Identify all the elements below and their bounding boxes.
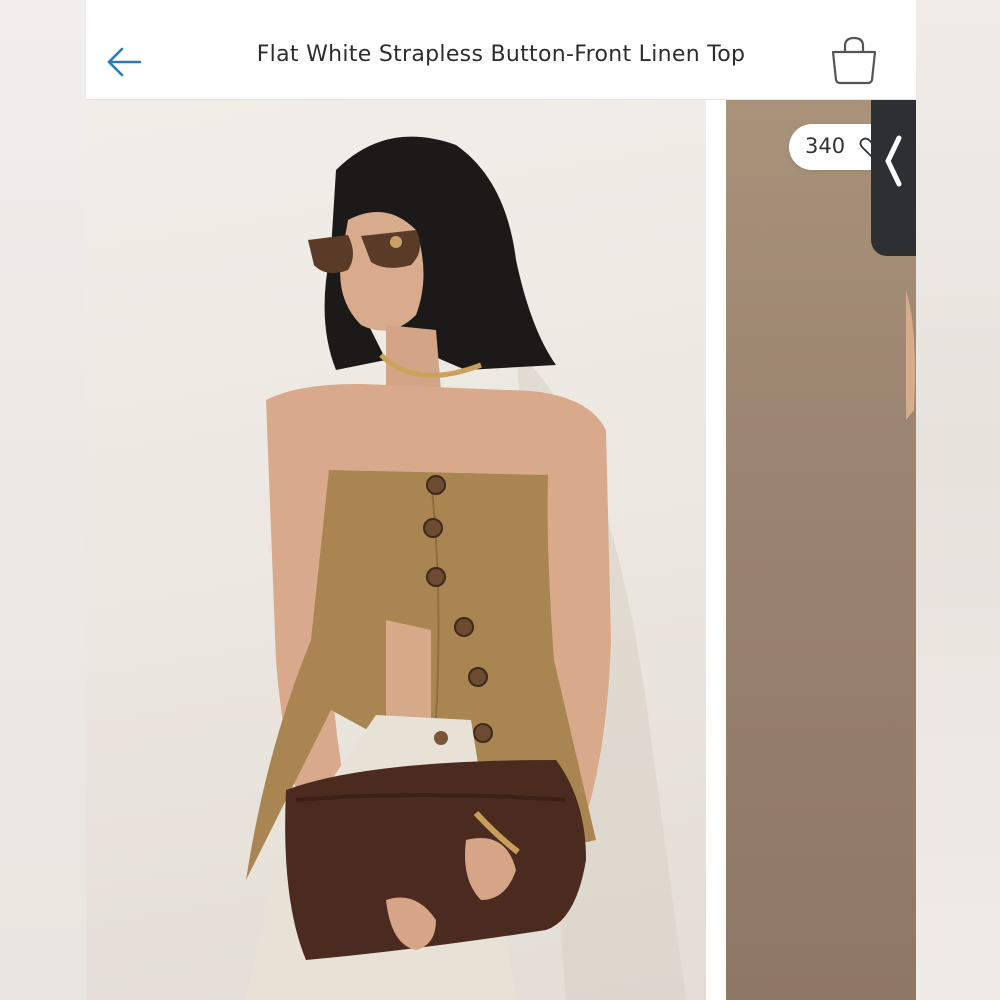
background-right bbox=[914, 0, 1000, 1000]
back-button[interactable] bbox=[104, 40, 146, 82]
background-left bbox=[0, 0, 86, 1000]
top-bar: Flat White Strapless Button-Front Linen … bbox=[86, 0, 916, 100]
app-screen: 340 Flat White Strapless Button-Front Li… bbox=[86, 0, 916, 1000]
chevron-left-icon bbox=[885, 135, 902, 187]
page-title: Flat White Strapless Button-Front Linen … bbox=[256, 42, 746, 67]
arrow-left-icon bbox=[107, 47, 142, 77]
like-count: 340 bbox=[805, 134, 846, 158]
gallery-divider bbox=[706, 100, 726, 1000]
product-image-main[interactable] bbox=[86, 100, 706, 1000]
shopping-bag-icon bbox=[831, 36, 877, 85]
product-photo bbox=[246, 136, 686, 1000]
cart-button[interactable] bbox=[828, 34, 880, 86]
